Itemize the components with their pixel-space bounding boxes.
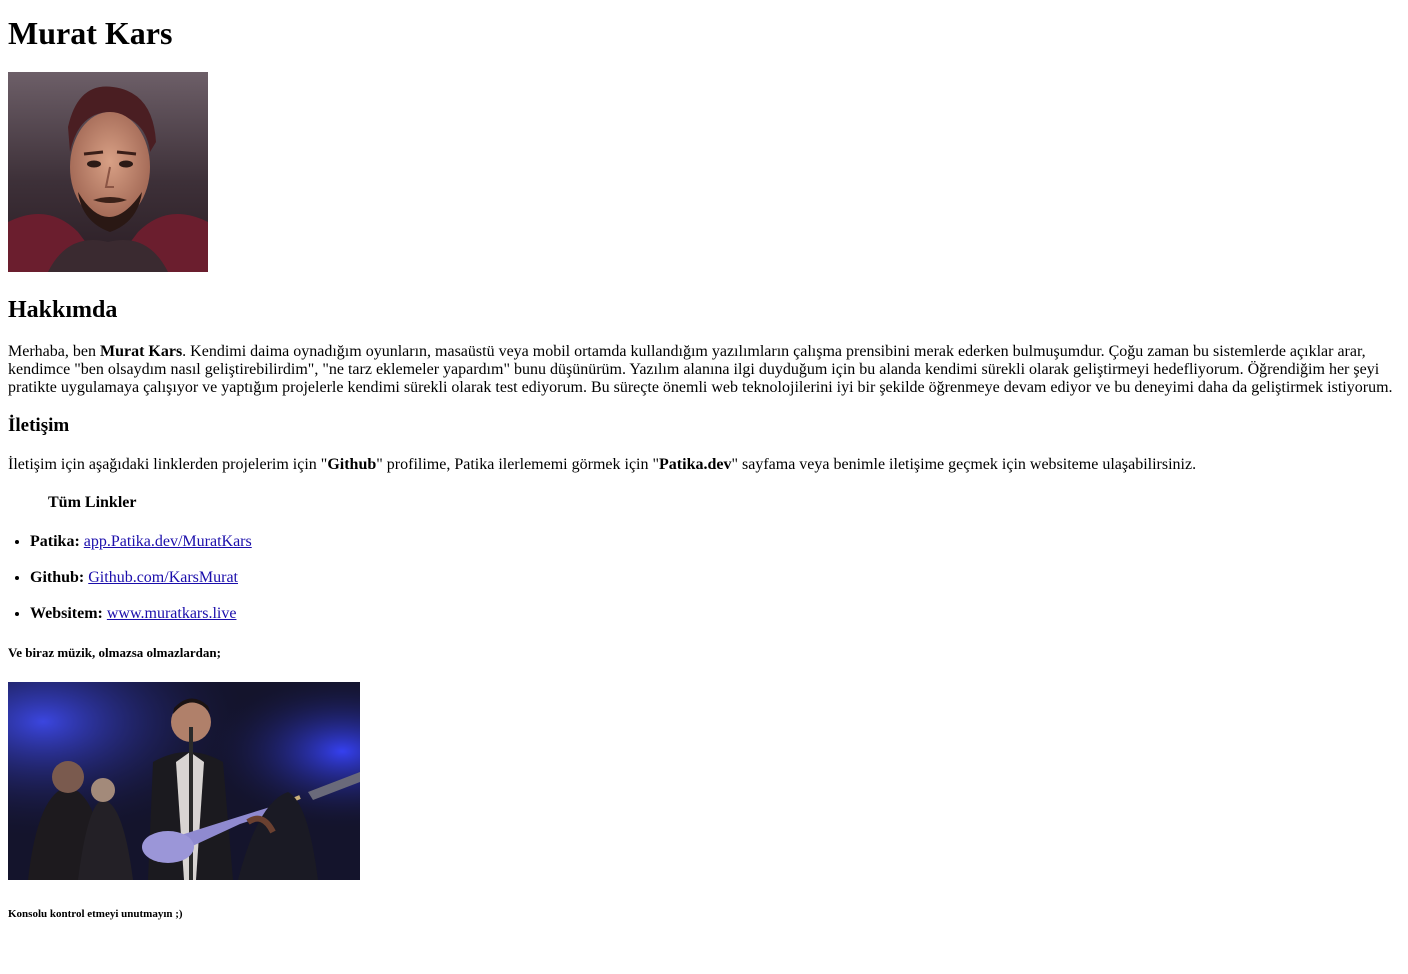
about-heading: Hakkımda bbox=[8, 297, 118, 323]
about-intro-prefix: Merhaba, ben bbox=[8, 343, 100, 360]
contact-patika-bold: Patika.dev bbox=[659, 456, 732, 473]
contact-text-part-2: " profilime, Patika ilerlememi görmek iç… bbox=[376, 456, 660, 473]
contact-text: İletişim için aşağıdaki linklerden proje… bbox=[8, 456, 1400, 474]
links-list: Patika: app.Patika.dev/MuratKars Github:… bbox=[8, 533, 1400, 623]
profile-photo bbox=[8, 72, 208, 272]
music-video[interactable] bbox=[8, 682, 360, 880]
about-name: Murat Kars bbox=[99, 343, 183, 360]
github-label: Github: bbox=[30, 569, 85, 586]
contact-github-bold: Github bbox=[327, 456, 377, 473]
list-item-website: Websitem: www.muratkars.live bbox=[30, 605, 1400, 623]
patika-link[interactable]: app.Patika.dev/MuratKars bbox=[84, 533, 252, 550]
contact-text-part-1: İletişim için aşağıdaki linklerden proje… bbox=[8, 456, 328, 473]
list-item-patika: Patika: app.Patika.dev/MuratKars bbox=[30, 533, 1400, 551]
music-heading: Ve biraz müzik, olmazsa olmazlardan; bbox=[8, 645, 221, 660]
list-item-github: Github: Github.com/KarsMurat bbox=[30, 569, 1400, 587]
website-link[interactable]: www.muratkars.live bbox=[107, 605, 237, 622]
footer-note: Konsolu kontrol etmeyi unutmayın ;) bbox=[8, 908, 183, 920]
website-label: Websitem: bbox=[30, 605, 103, 622]
about-text: Merhaba, ben Murat Kars. Kendimi daima o… bbox=[8, 343, 1400, 397]
links-heading: Tüm Linkler bbox=[48, 494, 137, 511]
portrait-illustration bbox=[8, 72, 208, 272]
contact-text-part-3: " sayfama veya benimle iletişime geçmek … bbox=[731, 456, 1197, 473]
page: Murat Kars Hakkımda Merhaba, ben Murat K… bbox=[0, 15, 1408, 921]
page-title: Murat Kars bbox=[8, 15, 173, 51]
patika-label: Patika: bbox=[30, 533, 80, 550]
github-link[interactable]: Github.com/KarsMurat bbox=[88, 569, 238, 586]
about-intro-rest: . Kendimi daima oynadığım oyunların, mas… bbox=[8, 343, 1393, 396]
concert-illustration bbox=[8, 682, 360, 880]
contact-heading: İletişim bbox=[8, 415, 70, 436]
